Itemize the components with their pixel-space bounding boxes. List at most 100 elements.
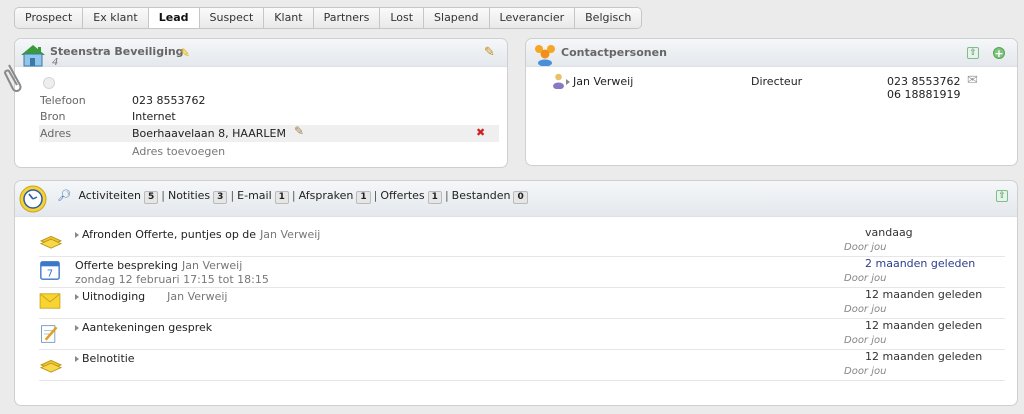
tab-belgisch[interactable]: Belgisch xyxy=(575,8,642,28)
expand-arrow-icon[interactable] xyxy=(75,356,79,362)
note-stack-icon xyxy=(39,230,63,250)
nav-afspraken[interactable]: Afspraken xyxy=(299,189,354,202)
activity-subline: zondag 12 februari 17:15 tot 18:15 xyxy=(75,273,269,286)
nav-count-badge: 5 xyxy=(143,191,159,204)
nav-offertes[interactable]: Offertes xyxy=(380,189,424,202)
activity-main[interactable]: Afronden Offerte, puntjes op de Jan Verwe… xyxy=(75,228,320,241)
activity-row[interactable]: Afronden Offerte, puntjes op de Jan Verwe… xyxy=(39,226,1005,257)
edit-pencil-icon[interactable]: ✎ xyxy=(484,45,495,60)
tab-partners[interactable]: Partners xyxy=(313,8,381,28)
activity-time: 12 maanden geleden xyxy=(865,319,983,332)
person-icon xyxy=(553,73,564,89)
tab-ex-klant[interactable]: Ex klant xyxy=(83,8,149,28)
activity-time: vandaag xyxy=(865,226,913,239)
notepad-icon xyxy=(39,323,63,343)
add-contact-icon[interactable]: + xyxy=(993,47,1005,59)
collapse-up-icon[interactable]: ⇧ xyxy=(996,190,1008,202)
activity-time: 2 maanden geleden xyxy=(865,257,976,270)
nav-separator: | xyxy=(373,189,378,202)
activity-author: Door jou xyxy=(844,335,887,346)
phone-value: 023 8553762 xyxy=(132,94,206,107)
tab-lost[interactable]: Lost xyxy=(380,8,425,28)
expand-arrow-icon[interactable] xyxy=(75,294,79,300)
activity-contact[interactable]: Jan Verweij xyxy=(167,290,227,303)
activity-title[interactable]: Belnotitie xyxy=(82,352,135,365)
tab-slapend[interactable]: Slapend xyxy=(424,8,490,28)
expand-arrow-icon[interactable] xyxy=(566,79,570,85)
add-address-link[interactable]: Adres toevoegen xyxy=(132,145,225,158)
contact-mobile: 06 18881919 xyxy=(887,88,961,101)
contact-name[interactable]: Jan Verweij xyxy=(573,75,633,88)
address-value: Boerhaavelaan 8, HAARLEM xyxy=(132,127,286,140)
nav-separator: | xyxy=(444,189,449,202)
tab-lead[interactable]: Lead xyxy=(148,8,200,28)
paperclip-icon[interactable] xyxy=(3,61,27,95)
address-label: Adres xyxy=(40,127,72,140)
svg-text:7: 7 xyxy=(47,268,53,279)
activity-title[interactable]: Uitnodiging xyxy=(82,290,145,303)
note-stack-icon xyxy=(39,354,63,374)
activity-main[interactable]: Uitnodiging Jan Verweij xyxy=(75,290,227,303)
activity-title[interactable]: Offerte bespreking xyxy=(75,259,178,272)
activity-main[interactable]: Aantekeningen gesprek xyxy=(75,321,212,334)
expand-arrow-icon[interactable] xyxy=(75,232,79,238)
nav-count-badge: 0 xyxy=(513,191,528,204)
nav-count-badge: 3 xyxy=(213,191,228,204)
nav-bestanden[interactable]: Bestanden xyxy=(452,189,511,202)
people-icon xyxy=(535,45,555,66)
envelope-icon xyxy=(39,292,63,312)
tab-leverancier[interactable]: Leverancier xyxy=(489,8,576,28)
calendar-icon: 7 xyxy=(39,259,63,280)
collapse-up-icon[interactable]: ⇧ xyxy=(967,47,979,59)
activity-title[interactable]: Aantekeningen gesprek xyxy=(82,321,212,334)
status-dot xyxy=(43,77,55,89)
activity-author: Door jou xyxy=(844,366,887,377)
delete-icon[interactable]: ✖ xyxy=(476,126,485,139)
envelope-icon[interactable]: ✉ xyxy=(967,73,978,88)
activity-row[interactable]: Uitnodiging Jan Verweij 12 maanden geleden… xyxy=(39,288,1005,319)
tab-bar: Prospect Ex klant Lead Suspect Klant Partners… xyxy=(14,7,643,29)
tab-klant[interactable]: Klant xyxy=(264,8,314,28)
source-label: Bron xyxy=(40,110,66,123)
activity-main[interactable]: Offerte bespreking Jan Verweij xyxy=(75,259,242,272)
contacts-title: Contactpersonen xyxy=(561,46,667,59)
activity-contact[interactable]: Jan Verweij xyxy=(182,259,242,272)
company-panel: Steenstra Beveiliging ✎ 4 ✎ Telefoon 023… xyxy=(3,38,508,168)
activity-nav: 🔎︎ Activiteiten 5 | Notities 3 | E-mail 1 | Afspr… xyxy=(57,189,528,204)
nav-email[interactable]: E-mail xyxy=(237,189,272,202)
tab-prospect[interactable]: Prospect xyxy=(15,8,84,28)
nav-count-badge: 1 xyxy=(274,191,289,204)
activity-time: 12 maanden geleden xyxy=(865,288,983,301)
company-name[interactable]: Steenstra Beveiliging xyxy=(50,45,184,58)
activity-author: Door jou xyxy=(844,242,887,253)
expand-arrow-icon[interactable] xyxy=(75,325,79,331)
nav-notities[interactable]: Notities xyxy=(168,189,210,202)
nav-count-badge: 1 xyxy=(427,191,442,204)
activity-row[interactable]: Aantekeningen gesprek 12 maanden geleden D… xyxy=(39,319,1005,350)
nav-separator: | xyxy=(161,189,165,202)
contact-role: Directeur xyxy=(751,75,803,88)
map-icon[interactable]: ✎ xyxy=(294,124,304,138)
activity-row[interactable]: Belnotitie 12 maanden geleden Door jou xyxy=(39,350,1005,381)
phone-label: Telefoon xyxy=(40,94,86,107)
activity-time: 12 maanden geleden xyxy=(865,350,983,363)
contact-phone: 023 8553762 xyxy=(887,75,961,88)
tab-suspect[interactable]: Suspect xyxy=(199,8,265,28)
activity-author: Door jou xyxy=(844,273,887,284)
activity-title[interactable]: Afronden Offerte, puntjes op de xyxy=(82,228,256,241)
nav-separator: | xyxy=(291,189,296,202)
activity-row[interactable]: 7 Offerte bespreking Jan Verweij zondag 12 … xyxy=(39,257,1005,288)
activity-author: Door jou xyxy=(844,304,887,315)
nav-count-badge: 1 xyxy=(356,191,371,204)
activity-main[interactable]: Belnotitie xyxy=(75,352,135,365)
contacts-panel: Contactpersonen ⇧ + Jan Verweij Directeu… xyxy=(525,38,1018,166)
tag-icon[interactable]: ✎ xyxy=(180,46,190,60)
source-value: Internet xyxy=(132,110,176,123)
activity-contact[interactable]: Jan Verweij xyxy=(260,228,320,241)
search-icon[interactable]: 🔎︎ xyxy=(57,189,71,202)
nav-separator: | xyxy=(230,189,235,202)
contact-row[interactable]: Jan Verweij xyxy=(566,75,633,88)
company-number: 4 xyxy=(52,57,59,68)
nav-activiteiten[interactable]: Activiteiten xyxy=(78,189,141,202)
clock-icon xyxy=(19,185,47,213)
